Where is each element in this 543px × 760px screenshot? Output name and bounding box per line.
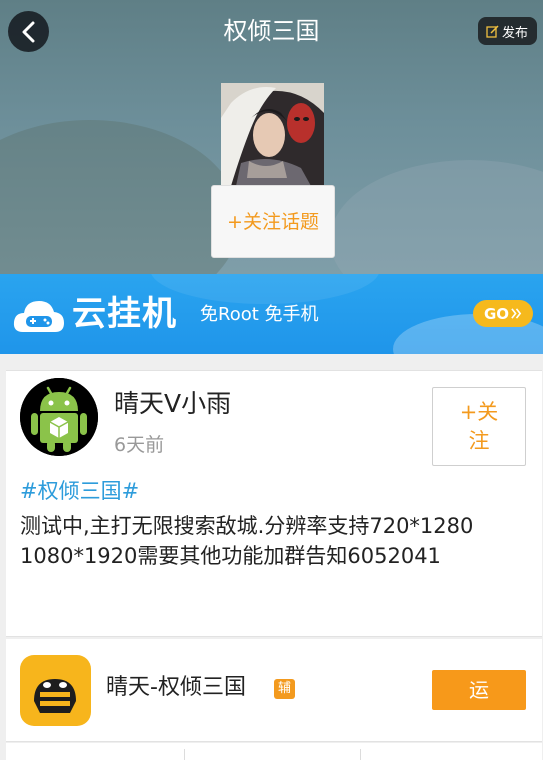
go-button[interactable]: GO xyxy=(473,300,533,327)
android-robot-icon xyxy=(20,378,98,456)
game-character-art xyxy=(221,83,324,186)
go-label: GO xyxy=(483,304,510,323)
app-name[interactable]: 晴天-权倾三国 xyxy=(106,673,246,703)
follow-user-button[interactable]: +关注 xyxy=(432,387,526,466)
linked-app-row[interactable]: 晴天-权倾三国 辅 运 xyxy=(6,639,542,742)
page-title: 权倾三国 xyxy=(223,17,320,45)
topic-tag-link[interactable]: #权倾三国# xyxy=(20,477,139,505)
post-action-bar xyxy=(6,743,542,760)
banner-title: 云挂机 xyxy=(72,294,177,334)
banner-subtitle: 免Root 免手机 xyxy=(200,304,319,325)
double-chevron-right-icon xyxy=(511,308,522,319)
publish-button[interactable]: 发布 xyxy=(477,17,537,45)
follow-topic-button[interactable]: +关注话题 xyxy=(211,185,335,258)
bee-app-icon[interactable] xyxy=(20,655,91,726)
header-background-shape xyxy=(0,120,240,274)
banner-cloud-decoration xyxy=(150,274,380,304)
post-card[interactable]: 晴天V小雨 6天前 +关注 #权倾三国# 测试中,主打无限搜索敌城.分辨率支持7… xyxy=(6,370,542,637)
topic-header: 权倾三国 发布 +关注话题 xyxy=(0,0,543,274)
cloud-gamepad-icon xyxy=(13,301,64,332)
post-body: 测试中,主打无限搜索敌城.分辨率支持720*1280 1080*1920需要其他… xyxy=(20,514,474,568)
run-button[interactable]: 运 xyxy=(432,670,526,710)
edit-icon xyxy=(486,24,499,38)
auxiliary-badge: 辅 xyxy=(274,679,295,699)
action-divider xyxy=(360,749,361,760)
publish-label: 发布 xyxy=(501,25,528,41)
bee-icon xyxy=(34,679,76,713)
header-background-shape xyxy=(330,160,543,274)
game-cover-image xyxy=(221,83,324,186)
action-divider xyxy=(184,749,185,760)
user-name[interactable]: 晴天V小雨 xyxy=(114,387,231,421)
cloud-hosting-banner[interactable]: 云挂机 免Root 免手机 xyxy=(0,274,543,354)
post-time: 6天前 xyxy=(114,434,165,456)
avatar[interactable] xyxy=(20,378,98,456)
